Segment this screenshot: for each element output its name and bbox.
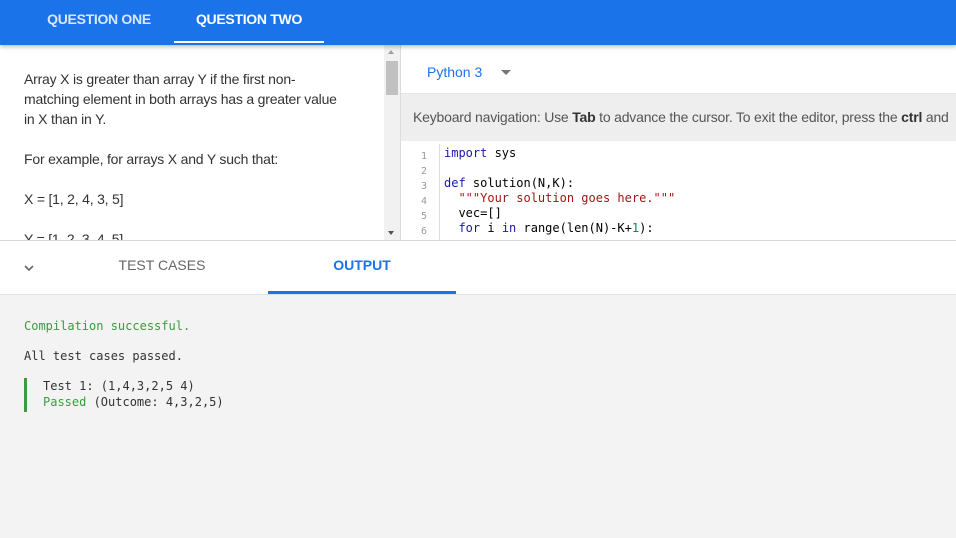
line-number: 6 [420,226,427,237]
tab-question-one[interactable]: QUESTION ONE [24,0,174,45]
line-number: 4 [420,196,427,207]
hint-key-tab: Tab [572,109,596,125]
outcome-text: (Outcome: 4,3,2,5) [86,395,224,409]
problem-paragraph: X = [1, 2, 4, 3, 5] [24,191,124,207]
line-number: 2 [420,166,427,177]
test-result-block: Test 1: (1,4,3,2,5 4) Passed (Outcome: 4… [24,378,224,412]
code-text: ): [639,221,654,235]
hint-text: Keyboard navigation: Use [413,109,573,125]
code-text: vec=[] [444,206,502,220]
compile-status: Compilation successful. [24,319,191,333]
hint-text: to advance the cursor. To exit the edito… [595,109,902,125]
language-select[interactable]: Python 3 [427,64,482,80]
code-line[interactable]: vec=[] [444,206,675,221]
passed-label: Passed [43,395,87,409]
code-keyword: import [444,146,488,160]
code-line[interactable]: """Your solution goes here.""" [444,191,675,206]
hint-key-ctrl: ctrl [901,109,923,125]
test-outcome: Passed (Outcome: 4,3,2,5) [43,394,224,410]
hint-text: and [922,109,949,125]
tab-question-two[interactable]: QUESTION TWO [174,0,324,45]
scroll-up-icon[interactable] [388,50,394,54]
problem-description: Array X is greater than array Y if the f… [24,69,344,240]
code-line[interactable]: for i in range(len(N)-K+1): [444,221,675,236]
code-text: range(len(N)-K+ [516,221,632,235]
line-number-gutter: 1 2 3 4 5 6 [401,149,439,239]
collapse-chevron-icon[interactable] [23,262,35,274]
code-text: i [480,221,502,235]
code-number: 1 [631,221,640,235]
problem-paragraph: Array X is greater than array Y if the f… [24,71,337,127]
code-lines[interactable]: import sys def solution(N,K): """Your so… [444,146,675,236]
all-tests-status: All test cases passed. [24,349,183,363]
problem-paragraph: Y = [1, 2, 3, 4, 5] [24,231,124,240]
scrollbar-thumb[interactable] [386,61,398,95]
code-line[interactable] [444,161,675,176]
problem-paragraph: For example, for arrays X and Y such tha… [24,151,279,167]
tab-output[interactable]: OUTPUT [268,241,456,294]
top-bar: QUESTION ONE QUESTION TWO [0,0,956,45]
chevron-down-icon[interactable] [501,70,511,75]
line-number: 5 [420,211,427,222]
scroll-down-icon[interactable] [388,231,394,235]
code-line[interactable]: import sys [444,146,675,161]
code-text: sys [487,146,517,160]
code-string: """Your solution goes here.""" [444,191,676,205]
gutter-divider [439,144,440,240]
line-number: 3 [420,181,427,192]
code-line[interactable]: def solution(N,K): [444,176,675,191]
tab-test-cases[interactable]: TEST CASES [56,241,268,294]
results-tab-bar: TEST CASES OUTPUT [0,241,956,295]
code-text: solution(N,K): [465,176,575,190]
code-keyword: in [501,221,517,235]
code-keyword: def [444,176,466,190]
output-panel: Compilation successful. All test cases p… [0,295,956,538]
code-editor-panel: Python 3 Keyboard navigation: Use Tab to… [401,45,956,240]
line-number: 1 [420,151,427,162]
code-area[interactable]: 1 2 3 4 5 6 import sys def solution(N,K)… [401,141,956,240]
problem-scrollbar[interactable] [384,45,400,240]
test-input: Test 1: (1,4,3,2,5 4) [43,379,195,393]
code-keyword: for [444,221,481,235]
problem-panel: Array X is greater than array Y if the f… [0,45,400,240]
keyboard-navigation-hint: Keyboard navigation: Use Tab to advance … [401,93,956,141]
